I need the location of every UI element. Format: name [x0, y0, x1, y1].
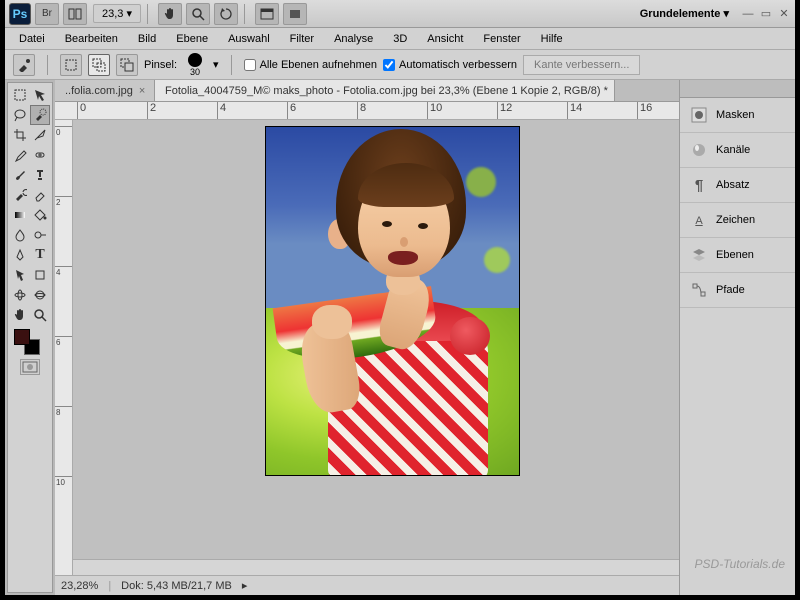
menu-fenster[interactable]: Fenster: [473, 30, 530, 48]
panel-ebenen[interactable]: Ebenen: [680, 238, 795, 273]
panel-kanaele[interactable]: Kanäle: [680, 133, 795, 168]
menu-filter[interactable]: Filter: [280, 30, 324, 48]
bridge-button[interactable]: Br: [35, 3, 59, 25]
vertical-ruler: 0 2 4 6 8 10: [55, 120, 73, 575]
status-menu-arrow[interactable]: ▸: [242, 579, 248, 592]
menu-bearbeiten[interactable]: Bearbeiten: [55, 30, 128, 48]
workspace: T ..folia.com.jpg×: [5, 80, 795, 595]
hand-tool[interactable]: [10, 305, 30, 325]
close-icon[interactable]: ×: [139, 85, 145, 97]
brush-picker[interactable]: Pinsel: 30 ▾: [144, 53, 219, 77]
shape-tool[interactable]: [30, 265, 50, 285]
refine-edge-button[interactable]: Kante verbessern...: [523, 55, 640, 75]
bucket-tool[interactable]: [30, 205, 50, 225]
eraser-tool[interactable]: [30, 185, 50, 205]
brush-label: Pinsel:: [144, 59, 177, 71]
zoom-tool-shortcut[interactable]: [186, 3, 210, 25]
menu-datei[interactable]: Datei: [9, 30, 55, 48]
type-tool[interactable]: T: [30, 245, 50, 265]
maximize-button[interactable]: ▭: [759, 7, 773, 21]
sample-all-layers-checkbox[interactable]: Alle Ebenen aufnehmen: [244, 59, 377, 71]
eyedropper-tool[interactable]: [10, 145, 30, 165]
panel-masken[interactable]: Masken: [680, 98, 795, 133]
history-brush-tool[interactable]: [10, 185, 30, 205]
panel-pfade[interactable]: Pfade: [680, 273, 795, 308]
panel-zeichen[interactable]: A Zeichen: [680, 203, 795, 238]
menu-bild[interactable]: Bild: [128, 30, 166, 48]
layers-icon: [690, 246, 708, 264]
document-tab-active[interactable]: Fotolia_4004759_M© maks_photo - Fotolia.…: [155, 80, 615, 101]
canvas-area[interactable]: 0 2 4 6 8 10: [55, 120, 679, 575]
close-icon[interactable]: ×: [614, 85, 615, 97]
crop-tool[interactable]: [10, 125, 30, 145]
extras-button[interactable]: [283, 3, 307, 25]
horizontal-ruler: 0 2 4 6 8 10 12 14 16: [55, 102, 679, 120]
tool-preset-picker[interactable]: [13, 54, 35, 76]
menu-hilfe[interactable]: Hilfe: [531, 30, 573, 48]
menu-analyse[interactable]: Analyse: [324, 30, 383, 48]
new-selection-button[interactable]: [60, 54, 82, 76]
menu-3d[interactable]: 3D: [383, 30, 417, 48]
panel-absatz[interactable]: ¶ Absatz: [680, 168, 795, 203]
screen-mode-button[interactable]: [255, 3, 279, 25]
arrange-docs-button[interactable]: [63, 3, 87, 25]
marquee-tool[interactable]: [10, 85, 30, 105]
gradient-tool[interactable]: [10, 205, 30, 225]
app-logo: Ps: [9, 3, 31, 25]
quick-mask-toggle[interactable]: [20, 359, 40, 375]
zoom-percent-dropdown[interactable]: 23,3 ▾: [93, 4, 141, 23]
color-swatches[interactable]: [10, 329, 50, 357]
slice-tool[interactable]: [30, 125, 50, 145]
masks-icon: [690, 106, 708, 124]
paths-icon: [690, 281, 708, 299]
healing-tool[interactable]: [30, 145, 50, 165]
3d-orbit-tool[interactable]: [30, 285, 50, 305]
status-zoom[interactable]: 23,28%: [61, 580, 98, 592]
menu-ebene[interactable]: Ebene: [166, 30, 218, 48]
status-docsize: 5,43 MB/21,7 MB: [147, 580, 232, 592]
options-bar: Pinsel: 30 ▾ Alle Ebenen aufnehmen Autom…: [5, 50, 795, 80]
panel-tabstrip[interactable]: [680, 80, 795, 98]
brush-preview-icon: [188, 53, 202, 67]
menu-bar: Datei Bearbeiten Bild Ebene Auswahl Filt…: [5, 28, 795, 50]
title-bar: Ps Br 23,3 ▾ Grundelemente ▾ — ▭ ✕: [5, 0, 795, 28]
status-bar: 23,28% | Dok: 5,43 MB/21,7 MB ▸: [55, 575, 679, 595]
workspace-switcher[interactable]: Grundelemente ▾: [640, 7, 729, 20]
blur-tool[interactable]: [10, 225, 30, 245]
brush-size-value: 30: [190, 67, 200, 77]
move-tool[interactable]: [30, 85, 50, 105]
watermark: PSD-Tutorials.de: [695, 557, 785, 571]
toolbox: T: [7, 82, 53, 593]
zoom-tool[interactable]: [30, 305, 50, 325]
auto-enhance-checkbox[interactable]: Automatisch verbessern: [383, 59, 517, 71]
minimize-button[interactable]: —: [741, 7, 755, 21]
close-button[interactable]: ✕: [777, 7, 791, 21]
menu-auswahl[interactable]: Auswahl: [218, 30, 280, 48]
subtract-selection-button[interactable]: [116, 54, 138, 76]
stamp-tool[interactable]: [30, 165, 50, 185]
quick-select-tool[interactable]: [30, 105, 50, 125]
character-icon: A: [690, 211, 708, 229]
rotate-view-shortcut[interactable]: [214, 3, 238, 25]
foreground-color-swatch[interactable]: [14, 329, 30, 345]
3d-rotate-tool[interactable]: [10, 285, 30, 305]
channels-icon: [690, 141, 708, 159]
brush-tool[interactable]: [10, 165, 30, 185]
canvas[interactable]: [265, 126, 520, 476]
document-tabs: ..folia.com.jpg× Fotolia_4004759_M© maks…: [55, 80, 679, 102]
menu-ansicht[interactable]: Ansicht: [417, 30, 473, 48]
panels-sidebar: Masken Kanäle ¶ Absatz A Zeichen Ebenen …: [679, 80, 795, 595]
dodge-tool[interactable]: [30, 225, 50, 245]
path-select-tool[interactable]: [10, 265, 30, 285]
document-area: ..folia.com.jpg× Fotolia_4004759_M© maks…: [55, 80, 679, 595]
document-tab[interactable]: ..folia.com.jpg×: [55, 80, 155, 101]
add-selection-button[interactable]: [88, 54, 110, 76]
horizontal-scrollbar[interactable]: [73, 559, 679, 575]
hand-tool-shortcut[interactable]: [158, 3, 182, 25]
app-window: Ps Br 23,3 ▾ Grundelemente ▾ — ▭ ✕ Datei…: [5, 0, 795, 595]
pen-tool[interactable]: [10, 245, 30, 265]
paragraph-icon: ¶: [690, 176, 708, 194]
lasso-tool[interactable]: [10, 105, 30, 125]
